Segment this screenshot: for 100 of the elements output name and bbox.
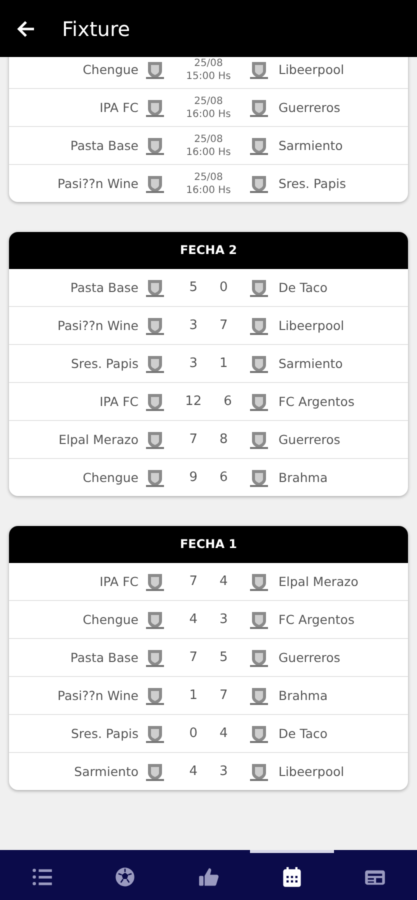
score: 1 bbox=[189, 688, 198, 703]
team-name: Sres. Papis bbox=[70, 356, 140, 371]
team-name: IPA FC bbox=[98, 100, 140, 115]
crest-icon bbox=[144, 724, 164, 744]
score: 7 bbox=[189, 574, 198, 589]
team-name: Pasi??n Wine bbox=[56, 318, 140, 333]
score: 8 bbox=[220, 432, 228, 447]
team-name: Brahma bbox=[278, 470, 329, 485]
team-name: IPA FC bbox=[98, 574, 140, 589]
score: 0 bbox=[220, 280, 228, 295]
round-title: FECHA 2 bbox=[9, 232, 408, 269]
score: 1 bbox=[220, 356, 228, 371]
score: 3 bbox=[220, 612, 228, 627]
crest-icon bbox=[248, 174, 268, 194]
crest-icon bbox=[144, 354, 164, 374]
crest-icon bbox=[248, 430, 268, 450]
soccer-ball-icon bbox=[114, 866, 136, 888]
crest-icon bbox=[144, 278, 164, 298]
crest-icon bbox=[248, 610, 268, 630]
match-date: 25/08 bbox=[194, 172, 223, 182]
score: 4 bbox=[220, 726, 228, 741]
crest-icon bbox=[144, 468, 164, 488]
score: 7 bbox=[189, 650, 198, 665]
team-name: Sres. Papis bbox=[70, 726, 140, 741]
team-name: Guerreros bbox=[278, 650, 342, 665]
back-arrow-icon[interactable] bbox=[16, 18, 36, 38]
score: 9 bbox=[189, 470, 198, 485]
team-name: Libeerpool bbox=[278, 764, 346, 779]
team-name: IPA FC bbox=[98, 394, 140, 409]
crest-icon bbox=[144, 98, 164, 118]
crest-icon bbox=[144, 392, 164, 412]
crest-icon bbox=[144, 316, 164, 336]
score: 7 bbox=[220, 318, 228, 333]
crest-icon bbox=[144, 136, 164, 156]
team-name: Pasi??n Wine bbox=[56, 176, 140, 191]
crest-icon bbox=[248, 354, 268, 374]
score: 12 bbox=[185, 394, 202, 409]
team-name: De Taco bbox=[278, 280, 329, 295]
crest-icon bbox=[248, 762, 268, 782]
crest-icon bbox=[248, 60, 268, 80]
score: 5 bbox=[220, 650, 228, 665]
crest-icon bbox=[144, 60, 164, 80]
crest-icon bbox=[248, 392, 268, 412]
match-date: 25/08 bbox=[194, 58, 223, 68]
round-title: FECHA 1 bbox=[9, 526, 408, 563]
crest-icon bbox=[248, 686, 268, 706]
team-name: Pasta Base bbox=[69, 280, 140, 295]
team-name: FC Argentos bbox=[278, 612, 356, 627]
score: 4 bbox=[189, 764, 198, 779]
match-date: 25/08 bbox=[194, 96, 223, 106]
team-name: Chengue bbox=[82, 62, 140, 77]
crest-icon bbox=[144, 762, 164, 782]
crest-icon bbox=[248, 648, 268, 668]
score: 3 bbox=[189, 318, 198, 333]
score: 6 bbox=[220, 470, 228, 485]
crest-icon bbox=[248, 136, 268, 156]
thumbs-up-icon bbox=[198, 866, 220, 888]
team-name: Brahma bbox=[278, 688, 329, 703]
crest-icon bbox=[144, 174, 164, 194]
score: 5 bbox=[189, 280, 198, 295]
crest-icon bbox=[144, 430, 164, 450]
team-name: Elpal Merazo bbox=[58, 432, 140, 447]
score: 7 bbox=[220, 688, 228, 703]
match-time: 15:00 Hs bbox=[186, 70, 231, 82]
screen-title: Fixture bbox=[62, 16, 130, 40]
team-name: FC Argentos bbox=[278, 394, 356, 409]
crest-icon bbox=[144, 610, 164, 630]
match-date: 25/08 bbox=[194, 134, 223, 144]
team-name: Sarmiento bbox=[73, 764, 140, 779]
team-name: Guerreros bbox=[278, 100, 342, 115]
team-name: Libeerpool bbox=[278, 62, 346, 77]
team-name: Pasi??n Wine bbox=[56, 688, 140, 703]
score: 3 bbox=[220, 764, 228, 779]
team-name: Sarmiento bbox=[278, 138, 344, 153]
team-name: Pasta Base bbox=[69, 138, 140, 153]
crest-icon bbox=[144, 648, 164, 668]
calendar-icon bbox=[280, 866, 303, 888]
match-time: 16:00 Hs bbox=[186, 146, 231, 158]
team-name: Sres. Papis bbox=[278, 176, 348, 191]
crest-icon bbox=[248, 98, 268, 118]
match-time: 16:00 Hs bbox=[186, 108, 231, 120]
crest-icon bbox=[248, 316, 268, 336]
score: 4 bbox=[220, 574, 228, 589]
match-time: 16:00 Hs bbox=[186, 184, 231, 196]
crest-icon bbox=[248, 572, 268, 592]
crest-icon bbox=[248, 278, 268, 298]
team-name: Chengue bbox=[82, 612, 140, 627]
crest-icon bbox=[144, 686, 164, 706]
team-name: Guerreros bbox=[278, 432, 342, 447]
team-name: Sarmiento bbox=[278, 356, 344, 371]
score: 7 bbox=[189, 432, 198, 447]
team-name: De Taco bbox=[278, 726, 329, 741]
team-name: Libeerpool bbox=[278, 318, 346, 333]
score: 3 bbox=[189, 356, 198, 371]
team-name: Chengue bbox=[82, 470, 140, 485]
score: 6 bbox=[224, 394, 232, 409]
team-name: Elpal Merazo bbox=[278, 574, 360, 589]
crest-icon bbox=[248, 724, 268, 744]
score: 0 bbox=[189, 726, 198, 741]
crest-icon bbox=[248, 468, 268, 488]
